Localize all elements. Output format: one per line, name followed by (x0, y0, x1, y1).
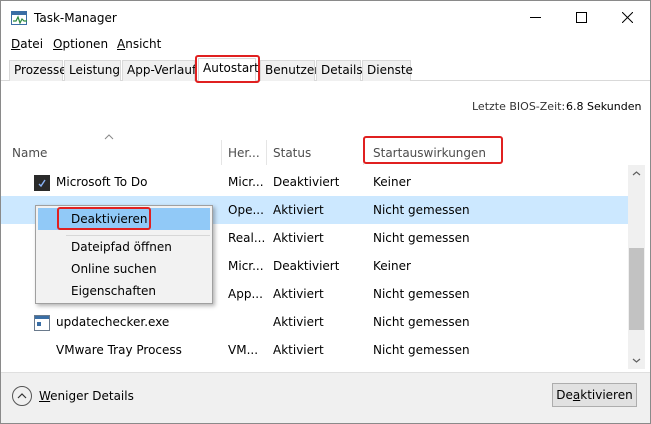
row-status: Deaktiviert (273, 175, 340, 189)
column-header-publisher[interactable]: Her... (228, 146, 260, 160)
scroll-up-arrow[interactable] (628, 165, 645, 182)
row-impact: Nicht gemessen (373, 287, 470, 301)
row-impact: Nicht gemessen (373, 343, 470, 357)
impact-header-highlight (363, 136, 503, 164)
autostart-tab-highlight (195, 55, 260, 83)
footer-bar: Weniger Details Deaktivieren (1, 372, 650, 423)
tab-dienste[interactable]: Dienste (362, 60, 413, 81)
fewer-details-link[interactable]: Weniger Details (39, 389, 134, 403)
context-menu-eigenschaften[interactable]: Eigenschaften (38, 280, 210, 302)
vertical-scrollbar[interactable] (628, 165, 645, 369)
row-publisher: Real... (228, 231, 266, 245)
tab-details[interactable]: Details (316, 60, 363, 81)
chevron-down-icon (632, 358, 641, 363)
row-impact: Keiner (373, 259, 411, 273)
row-publisher: Micr... (228, 175, 264, 189)
row-status: Aktiviert (273, 343, 324, 357)
menu-ansicht[interactable]: Ansicht (117, 37, 161, 51)
table-row[interactable]: updatechecker.exe Aktiviert Nicht gemess… (1, 308, 628, 336)
menu-datei[interactable]: Datei (11, 37, 43, 51)
minimize-icon (529, 17, 541, 18)
row-name: Microsoft To Do (56, 175, 148, 189)
context-menu-online-suchen[interactable]: Online suchen (38, 258, 210, 280)
row-impact: Keiner (373, 175, 411, 189)
row-status: Aktiviert (273, 203, 324, 217)
minimize-button[interactable] (512, 1, 558, 34)
row-impact: Nicht gemessen (373, 231, 470, 245)
row-impact: Nicht gemessen (373, 203, 470, 217)
close-icon (621, 12, 633, 23)
row-publisher: Micr... (228, 259, 264, 273)
scroll-thumb[interactable] (629, 248, 644, 330)
context-menu-dateipfad-oeffnen[interactable]: Dateipfad öffnen (38, 236, 210, 258)
task-manager-icon (11, 11, 27, 25)
row-status: Aktiviert (273, 231, 324, 245)
table-row[interactable]: VMware Tray Process VM... Aktiviert Nich… (1, 336, 628, 364)
tab-app-verlauf[interactable]: App-Verlauf (122, 60, 196, 81)
menu-optionen[interactable]: Optionen (53, 37, 108, 51)
row-name: VMware Tray Process (56, 343, 182, 357)
window-title: Task-Manager (34, 11, 117, 25)
tab-benutzer[interactable]: Benutzer (260, 60, 319, 81)
maximize-button[interactable] (558, 1, 604, 34)
column-divider[interactable] (221, 140, 222, 165)
scroll-down-arrow[interactable] (628, 352, 645, 369)
deaktivieren-highlight (57, 207, 151, 230)
exe-icon (34, 315, 50, 331)
menu-bar: Datei Optionen Ansicht (1, 36, 650, 54)
row-publisher: App... (228, 287, 263, 301)
bios-time-label: Letzte BIOS-Zeit: (472, 100, 566, 113)
tab-bar: Prozesse Leistung App-Verlauf Autostart … (1, 58, 650, 82)
row-publisher: Ope... (228, 203, 264, 217)
row-status: Deaktiviert (273, 259, 340, 273)
maximize-icon (575, 12, 587, 23)
column-divider[interactable] (266, 140, 267, 165)
chevron-up-icon (17, 393, 27, 399)
row-status: Aktiviert (273, 315, 324, 329)
column-header-name[interactable]: Name (12, 146, 47, 160)
row-name: updatechecker.exe (56, 315, 170, 329)
row-impact: Nicht gemessen (373, 315, 470, 329)
todo-icon (34, 175, 50, 191)
disable-button[interactable]: Deaktivieren (552, 383, 637, 407)
chevron-up-icon (632, 171, 641, 176)
task-manager-window: Task-Manager Datei Optionen Ansicht Proz… (0, 0, 651, 424)
tab-leistung[interactable]: Leistung (64, 60, 121, 81)
title-bar[interactable]: Task-Manager (1, 1, 650, 34)
sort-ascending-icon (104, 134, 114, 140)
column-header-status[interactable]: Status (273, 146, 311, 160)
row-status: Aktiviert (273, 287, 324, 301)
fewer-details-button-icon[interactable] (12, 386, 32, 406)
table-row[interactable]: Microsoft To Do Micr... Deaktiviert Kein… (1, 168, 628, 196)
close-button[interactable] (604, 1, 650, 34)
row-publisher: VM... (228, 343, 259, 357)
tab-prozesse[interactable]: Prozesse (9, 60, 67, 81)
bios-time-value: 6.8 Sekunden (566, 100, 642, 113)
